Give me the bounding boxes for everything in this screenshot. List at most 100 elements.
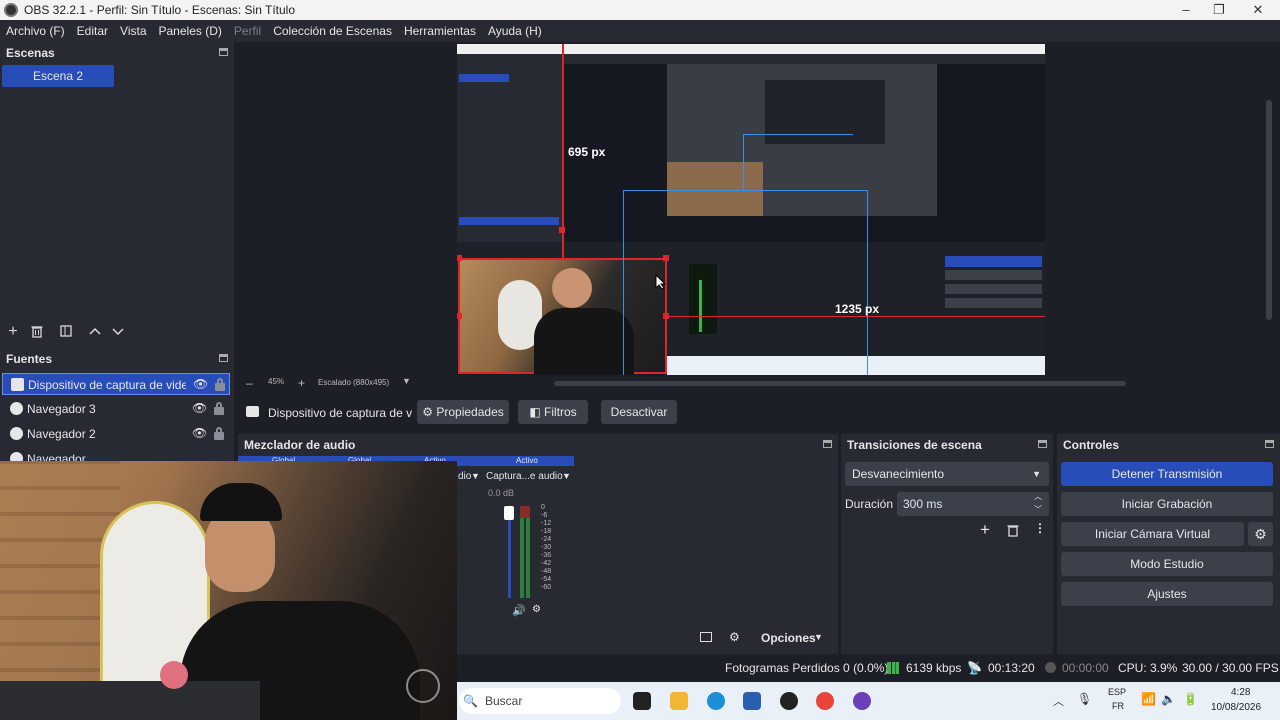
- eye-icon[interactable]: 👁: [193, 378, 208, 391]
- mixer-title: Mezclador de audio: [244, 438, 356, 452]
- source-row-navegador-2[interactable]: Navegador 2 👁: [2, 423, 230, 445]
- obs-icon[interactable]: [780, 692, 798, 710]
- selected-source-bbox[interactable]: [458, 258, 667, 374]
- battery-icon[interactable]: 🔋: [1183, 692, 1198, 706]
- duration-label: Duración: [845, 497, 894, 511]
- file-explorer-icon[interactable]: [670, 692, 688, 710]
- volume-icon[interactable]: 🔈: [1161, 692, 1176, 706]
- edge-icon[interactable]: [707, 692, 725, 710]
- source-row-capture[interactable]: Dispositivo de captura de video 👁: [2, 373, 230, 395]
- duration-input[interactable]: 300 ms ︿ ﹀: [897, 492, 1049, 516]
- zoom-in-icon[interactable]: +: [298, 376, 305, 390]
- clock-date[interactable]: 10/08/2026: [1211, 702, 1261, 713]
- resize-handle[interactable]: [457, 255, 462, 261]
- add-transition-icon[interactable]: +: [980, 520, 990, 540]
- taskbar-search[interactable]: 🔍 Buscar: [459, 688, 621, 714]
- menu-archivo[interactable]: Archivo (F): [0, 24, 71, 38]
- audio-meter-bar: [520, 506, 524, 598]
- channel-name[interactable]: Captura...e audio: [486, 471, 563, 482]
- start-recording-button[interactable]: Iniciar Grabación: [1061, 492, 1273, 516]
- lang-bottom[interactable]: FR: [1112, 701, 1124, 711]
- menu-perfil[interactable]: Perfil: [228, 24, 267, 38]
- microphone-icon[interactable]: 🎙: [1077, 692, 1092, 706]
- menu-vista[interactable]: Vista: [114, 24, 152, 38]
- channel-partial-name: dio: [458, 471, 472, 482]
- volume-slider-handle[interactable]: [504, 506, 514, 520]
- studio-mode-button[interactable]: Modo Estudio: [1061, 552, 1273, 576]
- filter-icon[interactable]: [58, 324, 74, 340]
- menu-ayuda[interactable]: Ayuda (H): [482, 24, 548, 38]
- resize-handle[interactable]: [457, 313, 462, 319]
- lock-icon[interactable]: [214, 402, 224, 415]
- options-button[interactable]: Opciones: [761, 631, 816, 645]
- vertical-scrollbar[interactable]: [1266, 100, 1272, 320]
- blue-guide: [743, 134, 744, 190]
- mixer-settings-icon[interactable]: ⚙: [532, 604, 541, 615]
- move-up-icon[interactable]: [87, 324, 103, 340]
- app-icon[interactable]: [853, 692, 871, 710]
- audio-meter-bar: [526, 506, 530, 598]
- nested-audio-meter: [689, 264, 717, 334]
- layout-icon[interactable]: [700, 632, 712, 642]
- settings-button[interactable]: Ajustes: [1061, 582, 1273, 606]
- maximize-button[interactable]: ❐: [1199, 0, 1239, 20]
- menu-herramientas[interactable]: Herramientas: [398, 24, 482, 38]
- start-virtual-cam-button[interactable]: Iniciar Cámara Virtual: [1061, 522, 1244, 546]
- dropdown-icon[interactable]: ▼: [562, 471, 571, 481]
- lock-icon[interactable]: [215, 378, 225, 391]
- move-down-icon[interactable]: [110, 324, 126, 340]
- dock-float-icon[interactable]: [1265, 440, 1274, 448]
- task-view-icon[interactable]: [633, 692, 651, 710]
- filter-icon: ◧: [529, 405, 541, 419]
- eye-icon[interactable]: 👁: [192, 427, 207, 440]
- menu-coleccion-escenas[interactable]: Colección de Escenas: [267, 24, 398, 38]
- gear-icon[interactable]: ⚙: [1248, 522, 1273, 546]
- scene-item[interactable]: Escena 2: [2, 65, 114, 87]
- advanced-audio-icon[interactable]: ⚙: [729, 630, 740, 644]
- source-row-navegador-3[interactable]: Navegador 3 👁: [2, 398, 230, 420]
- resize-handle[interactable]: [663, 255, 669, 261]
- lang-top[interactable]: ESP: [1108, 687, 1126, 697]
- distance-guide-horizontal: [667, 316, 1045, 317]
- controls-title: Controles: [1057, 434, 1280, 456]
- stop-stream-button[interactable]: Detener Transmisión: [1061, 462, 1273, 486]
- zoom-out-icon[interactable]: –: [246, 376, 253, 390]
- audio-mixer-title: Mezclador de audio: [238, 434, 838, 456]
- deactivate-button[interactable]: Desactivar: [601, 400, 677, 424]
- chevron-down-icon[interactable]: ▼: [814, 632, 823, 642]
- chevron-up-icon[interactable]: ︿: [1053, 693, 1064, 709]
- dock-float-icon[interactable]: [219, 48, 228, 56]
- preview-canvas[interactable]: 695 px 1235 px: [457, 44, 1045, 375]
- chrome-icon[interactable]: [816, 692, 834, 710]
- close-button[interactable]: ✕: [1238, 0, 1278, 20]
- lock-icon[interactable]: [214, 427, 224, 440]
- eye-icon[interactable]: 👁: [192, 402, 207, 415]
- add-scene-icon[interactable]: +: [5, 324, 21, 340]
- distance-guide-vertical: [562, 44, 564, 258]
- meter-tick: -18: [541, 528, 552, 535]
- trash-icon[interactable]: [1006, 523, 1020, 540]
- menu-editar[interactable]: Editar: [71, 24, 114, 38]
- dock-float-icon[interactable]: [219, 354, 228, 362]
- transitions-title: Transiciones de escena: [841, 434, 1053, 456]
- menu-paneles[interactable]: Paneles (D): [153, 24, 228, 38]
- camera-icon: [246, 406, 259, 417]
- speaker-icon[interactable]: 🔊: [512, 604, 526, 617]
- horizontal-scrollbar[interactable]: [554, 381, 1126, 386]
- filters-button[interactable]: ◧ Filtros: [518, 400, 588, 424]
- trash-icon[interactable]: [29, 324, 45, 340]
- more-options-icon[interactable]: ⋮: [1034, 521, 1046, 535]
- dock-float-icon[interactable]: [823, 440, 832, 448]
- scaling-dropdown-icon[interactable]: ▼: [402, 376, 411, 386]
- properties-button[interactable]: ⚙ Propiedades: [417, 400, 509, 424]
- dock-float-icon[interactable]: [1038, 440, 1047, 448]
- source-label: Dispositivo de captura de video: [28, 378, 186, 392]
- source-row-navegador[interactable]: Navegador: [2, 448, 230, 461]
- spin-down-icon[interactable]: ﹀: [1034, 498, 1042, 522]
- store-icon[interactable]: [743, 692, 761, 710]
- wifi-icon[interactable]: 📶: [1141, 692, 1156, 706]
- transition-select[interactable]: Desvanecimiento ▼: [845, 462, 1049, 486]
- clock-time[interactable]: 4:28: [1231, 687, 1250, 698]
- dropdown-icon[interactable]: ▼: [471, 471, 480, 481]
- bitrate: 6139 kbps: [906, 661, 962, 675]
